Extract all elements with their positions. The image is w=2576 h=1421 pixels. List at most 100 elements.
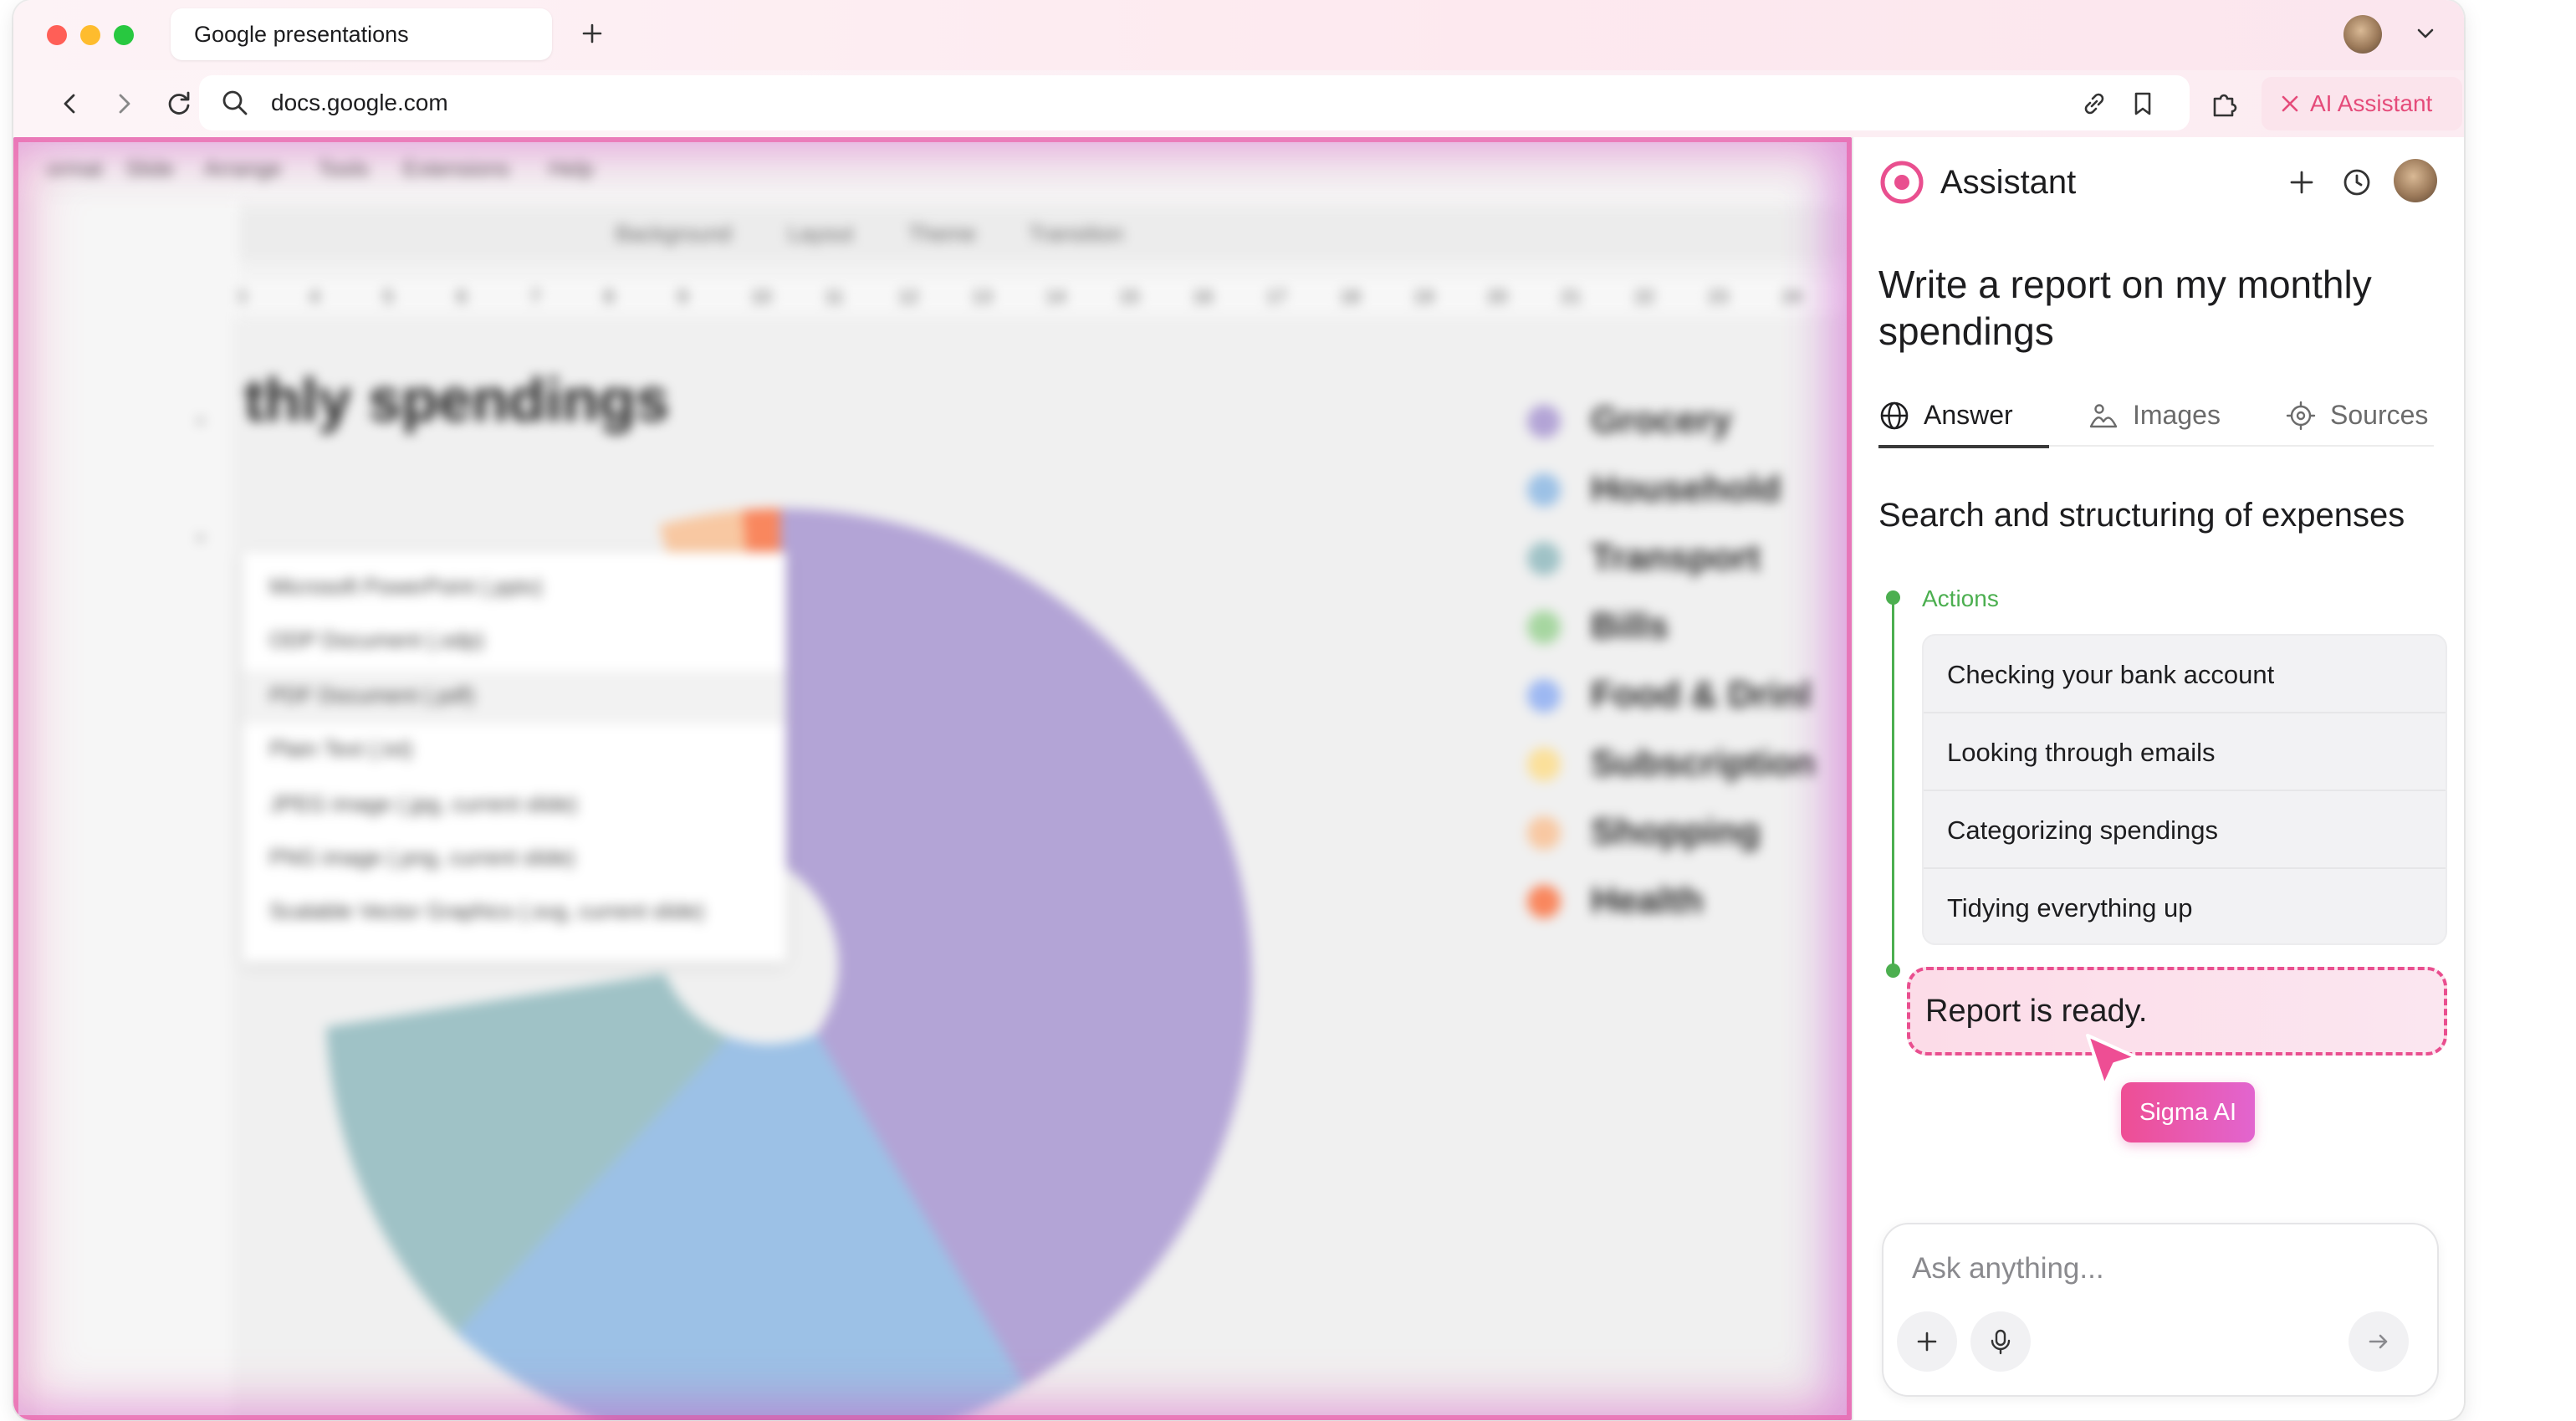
section-title: Search and structuring of expenses xyxy=(1878,497,2405,534)
new-chat-plus-icon[interactable] xyxy=(2283,164,2320,201)
legend-dot xyxy=(1527,816,1561,850)
ruler-number: 24 xyxy=(1781,286,1802,307)
dropdown-item[interactable]: JPEG image (.jpg, current slide) xyxy=(269,791,577,817)
maximize-window-button[interactable] xyxy=(114,25,134,45)
user-avatar[interactable] xyxy=(2394,159,2437,202)
doc-toolbar: Background Layout Theme Transition xyxy=(231,207,1845,261)
back-arrow-icon[interactable] xyxy=(52,85,89,122)
send-button[interactable] xyxy=(2349,1311,2409,1372)
action-item: Tidying everything up xyxy=(1947,893,2193,923)
menu-item[interactable]: ormat xyxy=(47,156,102,181)
images-icon xyxy=(2089,404,2118,428)
ruler: 3 4 5 6 7 8 9 10 11 12 13 14 15 16 17 18 19 20 21 22 23 24 xyxy=(231,279,1845,313)
ai-assistant-button[interactable]: AI Assistant xyxy=(2262,77,2462,130)
slides-document: ormat Slide Arrange Tools Extensions Hel… xyxy=(13,137,1852,1420)
legend-dot xyxy=(1527,542,1561,575)
dropdown-item[interactable]: Scalable Vector Graphics (.svg, current … xyxy=(269,898,704,924)
action-item: Checking your bank account xyxy=(1924,636,2446,713)
profile-avatar[interactable] xyxy=(2343,15,2382,54)
attach-button[interactable] xyxy=(1897,1311,1957,1372)
assistant-logo-icon xyxy=(1880,161,1924,204)
legend-label: Grocery xyxy=(1591,400,1732,441)
tab-sources[interactable]: Sources xyxy=(2285,388,2452,447)
tab-answer[interactable]: Answer xyxy=(1878,388,2049,448)
toolbar-item[interactable]: Theme xyxy=(908,221,976,247)
legend-label: Health xyxy=(1591,880,1704,921)
new-tab-icon[interactable] xyxy=(574,15,611,52)
actions-label: Actions xyxy=(1922,585,1999,611)
ruler-number: 22 xyxy=(1634,286,1655,307)
url-text[interactable]: docs.google.com xyxy=(271,75,448,130)
toolbar-item[interactable]: Background xyxy=(616,221,732,247)
address-bar[interactable]: docs.google.com xyxy=(199,75,2190,130)
ruler-number: 9 xyxy=(677,286,688,307)
link-icon[interactable] xyxy=(2078,87,2111,120)
extensions-puzzle-icon[interactable] xyxy=(2206,85,2243,122)
ask-input[interactable] xyxy=(1912,1246,2397,1291)
forward-arrow-icon[interactable] xyxy=(105,85,142,122)
answer-tabs: Answer Images Sources xyxy=(1878,388,2434,448)
ruler-number: 10 xyxy=(751,286,772,307)
voice-button[interactable] xyxy=(1970,1311,2031,1372)
ruler-number: 20 xyxy=(1487,286,1508,307)
ruler-number: 6 xyxy=(457,286,468,307)
legend-dot xyxy=(1527,679,1561,713)
browser-toolbar: docs.google.com AI Assistant xyxy=(13,70,2464,137)
doc-menubar: ormat Slide Arrange Tools Extensions Hel… xyxy=(13,137,1852,201)
user-query: Write a report on my monthly spendings xyxy=(1878,263,2372,353)
toolbar-item[interactable]: Layout xyxy=(788,221,853,247)
timeline-dot xyxy=(1886,964,1900,978)
minimize-window-button[interactable] xyxy=(80,25,100,45)
browser-tab[interactable]: Google presentations xyxy=(171,8,552,60)
ruler-number: 12 xyxy=(898,286,919,307)
history-clock-icon[interactable] xyxy=(2338,164,2375,201)
dropdown-item[interactable]: PNG image (.png, current slide) xyxy=(269,845,575,871)
reload-icon[interactable] xyxy=(161,85,197,122)
tab-images[interactable]: Images xyxy=(2088,388,2246,447)
sigma-ai-cursor-tag: Sigma AI xyxy=(2121,1082,2255,1142)
globe-icon xyxy=(1880,401,1909,430)
close-window-button[interactable] xyxy=(47,25,67,45)
legend-label: Bills xyxy=(1591,606,1669,647)
chevron-down-icon[interactable] xyxy=(2410,18,2441,49)
ruler-number: 5 xyxy=(383,286,394,307)
menu-item[interactable]: Arrange xyxy=(204,156,282,181)
timeline-line xyxy=(1892,597,1894,972)
tab-label: Answer xyxy=(1924,400,2013,430)
menu-item[interactable]: Tools xyxy=(318,156,369,181)
chat-input-box xyxy=(1882,1223,2439,1397)
legend-dot xyxy=(1527,885,1561,918)
menu-item[interactable]: Slide xyxy=(125,156,174,181)
ruler-number: 11 xyxy=(825,286,844,307)
menu-item[interactable]: Extensions xyxy=(403,156,509,181)
ruler-number: 23 xyxy=(1708,286,1729,307)
ruler-number: 7 xyxy=(530,286,541,307)
ruler-number: 21 xyxy=(1561,286,1582,307)
sources-icon xyxy=(2286,401,2316,431)
dropdown-item[interactable]: PDF Document (.pdf) xyxy=(269,682,475,708)
legend-dot xyxy=(1527,748,1561,781)
ruler-number: 8 xyxy=(604,286,615,307)
filmstrip-number: ▪ xyxy=(197,527,204,548)
bookmark-icon[interactable] xyxy=(2126,87,2159,120)
dropdown-item[interactable]: ODP Document (.odp) xyxy=(269,627,484,653)
arrow-right-icon xyxy=(2369,1334,2388,1349)
blurred-background: ormat Slide Arrange Tools Extensions Hel… xyxy=(13,137,1852,1420)
actions-list: Checking your bank account Looking throu… xyxy=(1922,634,2447,945)
menu-item[interactable]: Help xyxy=(549,156,593,181)
dropdown-item[interactable]: Microsoft PowerPoint (.pptx) xyxy=(269,574,543,600)
dropdown-item[interactable]: Plain Text (.txt) xyxy=(269,736,412,762)
legend-label: Transport xyxy=(1591,537,1761,578)
filmstrip-number: ▪ xyxy=(197,410,204,431)
legend-dot xyxy=(1527,611,1561,644)
export-dropdown: Microsoft PowerPoint (.pptx) ODP Documen… xyxy=(243,552,786,962)
ruler-number: 4 xyxy=(309,286,320,307)
browser-window: Google presentations docs.google.com AI … xyxy=(13,0,2464,1420)
slide-title: thly spendings xyxy=(244,367,670,434)
assistant-panel: Assistant Write a report on my monthly s… xyxy=(1852,137,2464,1420)
ruler-number: 19 xyxy=(1413,286,1434,307)
report-ready-status[interactable]: Report is ready. xyxy=(1907,967,2447,1056)
legend-label: Subscription xyxy=(1591,743,1816,784)
toolbar-item[interactable]: Transition xyxy=(1029,221,1123,247)
legend-dot xyxy=(1527,473,1561,507)
